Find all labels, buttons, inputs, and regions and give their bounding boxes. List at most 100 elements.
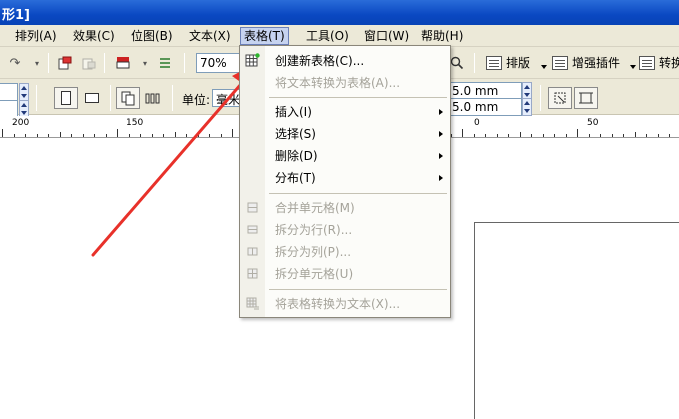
toolbar-separator bbox=[540, 85, 541, 111]
ruler-tick bbox=[542, 134, 544, 137]
menu-item-label: 将文本转换为表格(A)... bbox=[275, 76, 401, 90]
convert-button[interactable]: 转换 bbox=[639, 52, 679, 74]
ruler-tick bbox=[94, 134, 95, 137]
menu-item-delete[interactable]: 删除(D) bbox=[240, 145, 450, 167]
menu-bitmaps[interactable]: 位图(B) bbox=[128, 27, 176, 45]
import-icon[interactable] bbox=[54, 52, 76, 74]
all-pages-button[interactable] bbox=[116, 87, 140, 109]
menu-item-split-cell[interactable]: 拆分单元格(U) bbox=[240, 263, 450, 285]
ruler-tick bbox=[117, 129, 118, 137]
menu-item-label: 将表格转换为文本(X)... bbox=[275, 297, 401, 311]
ruler-label-150: 150 bbox=[126, 118, 144, 128]
ruler-tick bbox=[600, 134, 601, 137]
welcome-screen-icon[interactable] bbox=[154, 52, 176, 74]
layout-dropdown-icon[interactable] bbox=[541, 65, 547, 69]
toolbar-separator bbox=[172, 85, 173, 111]
ruler-tick bbox=[531, 134, 532, 137]
split-columns-icon bbox=[245, 244, 260, 259]
ruler-tick bbox=[611, 134, 613, 137]
menu-item-label: 选择(S) bbox=[275, 127, 316, 141]
ruler-tick bbox=[657, 134, 659, 137]
layout-button[interactable]: 排版 bbox=[486, 52, 530, 74]
plugin-icon bbox=[552, 56, 568, 70]
menu-effects[interactable]: 效果(C) bbox=[70, 27, 118, 45]
ruler-tick bbox=[646, 134, 647, 137]
ruler-tick bbox=[496, 134, 498, 137]
menu-item-split-rows[interactable]: 拆分为行(R)... bbox=[240, 219, 450, 241]
menu-item-create-new-table[interactable]: 创建新表格(C)... bbox=[240, 50, 450, 72]
redo-icon[interactable]: ↷ bbox=[4, 52, 26, 74]
table-to-text-icon bbox=[245, 296, 260, 311]
zoom-level-field[interactable]: 70% bbox=[196, 53, 242, 73]
ruler-tick bbox=[473, 134, 475, 137]
ruler-label-0: 0 bbox=[474, 118, 480, 128]
menu-item-select[interactable]: 选择(S) bbox=[240, 123, 450, 145]
toolbar-separator bbox=[184, 53, 185, 73]
redo-dropdown-icon[interactable]: ▾ bbox=[26, 52, 48, 74]
ruler-tick bbox=[151, 134, 153, 137]
ruler-tick bbox=[220, 134, 222, 137]
ruler-tick bbox=[197, 134, 199, 137]
nudge-y-field[interactable]: 5.0 mm bbox=[448, 98, 522, 116]
menu-separator bbox=[269, 193, 447, 194]
menu-window[interactable]: 窗口(W) bbox=[361, 27, 412, 45]
menu-tools[interactable]: 工具(O) bbox=[303, 27, 352, 45]
landscape-button[interactable] bbox=[80, 87, 104, 109]
menu-item-merge-cells[interactable]: 合并单元格(M) bbox=[240, 197, 450, 219]
unit-label: 单位: bbox=[182, 93, 211, 107]
export-icon[interactable] bbox=[78, 52, 100, 74]
portrait-button[interactable] bbox=[54, 87, 78, 109]
window-title: 形1] bbox=[2, 8, 30, 23]
snap-to-grid-button[interactable] bbox=[574, 87, 598, 109]
ruler-tick bbox=[186, 134, 187, 137]
merge-cells-icon bbox=[245, 200, 260, 215]
ruler-tick bbox=[36, 134, 38, 137]
enhance-plugin-button[interactable]: 增强插件 bbox=[552, 52, 620, 74]
menu-item-text-to-table[interactable]: 将文本转换为表格(A)... bbox=[240, 72, 450, 94]
paper-width-spinner[interactable] bbox=[19, 83, 29, 101]
ruler-label-50: 50 bbox=[587, 118, 599, 128]
layout-icon bbox=[486, 56, 502, 70]
create-table-icon bbox=[245, 53, 260, 68]
nudge-y-spinner[interactable] bbox=[522, 98, 532, 116]
paper-width-field[interactable] bbox=[0, 83, 18, 101]
ruler-tick bbox=[519, 132, 521, 137]
menu-item-split-columns[interactable]: 拆分为列(P)... bbox=[240, 241, 450, 263]
toolbar-separator bbox=[48, 53, 49, 73]
ruler-tick bbox=[105, 134, 107, 137]
menu-item-label: 分布(T) bbox=[275, 171, 316, 185]
submenu-arrow-icon bbox=[439, 153, 443, 159]
ruler-tick bbox=[25, 134, 26, 137]
layout-label: 排版 bbox=[506, 56, 531, 70]
ruler-tick bbox=[485, 134, 486, 137]
current-page-icon[interactable] bbox=[142, 87, 164, 109]
menu-item-insert[interactable]: 插入(I) bbox=[240, 101, 450, 123]
snap-to-objects-button[interactable] bbox=[548, 87, 572, 109]
ruler-tick bbox=[48, 134, 49, 137]
title-bar: 形1] bbox=[0, 0, 679, 25]
menu-item-label: 插入(I) bbox=[275, 105, 312, 119]
ruler-tick bbox=[174, 132, 176, 137]
ruler-tick bbox=[232, 129, 233, 137]
ruler-tick bbox=[634, 132, 636, 137]
menu-help[interactable]: 帮助(H) bbox=[418, 27, 466, 45]
menu-item-label: 删除(D) bbox=[275, 149, 318, 163]
plugin-dropdown-icon[interactable] bbox=[630, 65, 636, 69]
ruler-tick bbox=[140, 134, 141, 137]
menu-item-label: 拆分单元格(U) bbox=[275, 267, 354, 281]
ruler-tick bbox=[71, 134, 72, 137]
menu-item-table-to-text[interactable]: 将表格转换为文本(X)... bbox=[240, 293, 450, 315]
menu-text[interactable]: 文本(X) bbox=[186, 27, 234, 45]
ruler-tick bbox=[163, 134, 164, 137]
launcher-dropdown-icon[interactable]: ▾ bbox=[134, 52, 156, 74]
ruler-tick bbox=[577, 129, 578, 137]
ruler-label-200: 200 bbox=[12, 118, 30, 128]
menu-item-distribute[interactable]: 分布(T) bbox=[240, 167, 450, 189]
table-menu-dropdown: 创建新表格(C)... 将文本转换为表格(A)... 插入(I) 选择(S) 删… bbox=[239, 45, 451, 318]
enhance-plugin-label: 增强插件 bbox=[572, 56, 621, 70]
ruler-tick bbox=[82, 134, 84, 137]
menu-arrange[interactable]: 排列(A) bbox=[12, 27, 60, 45]
menu-table[interactable]: 表格(T) bbox=[240, 27, 289, 45]
application-launcher-icon[interactable] bbox=[112, 52, 134, 74]
landscape-icon bbox=[85, 93, 99, 103]
